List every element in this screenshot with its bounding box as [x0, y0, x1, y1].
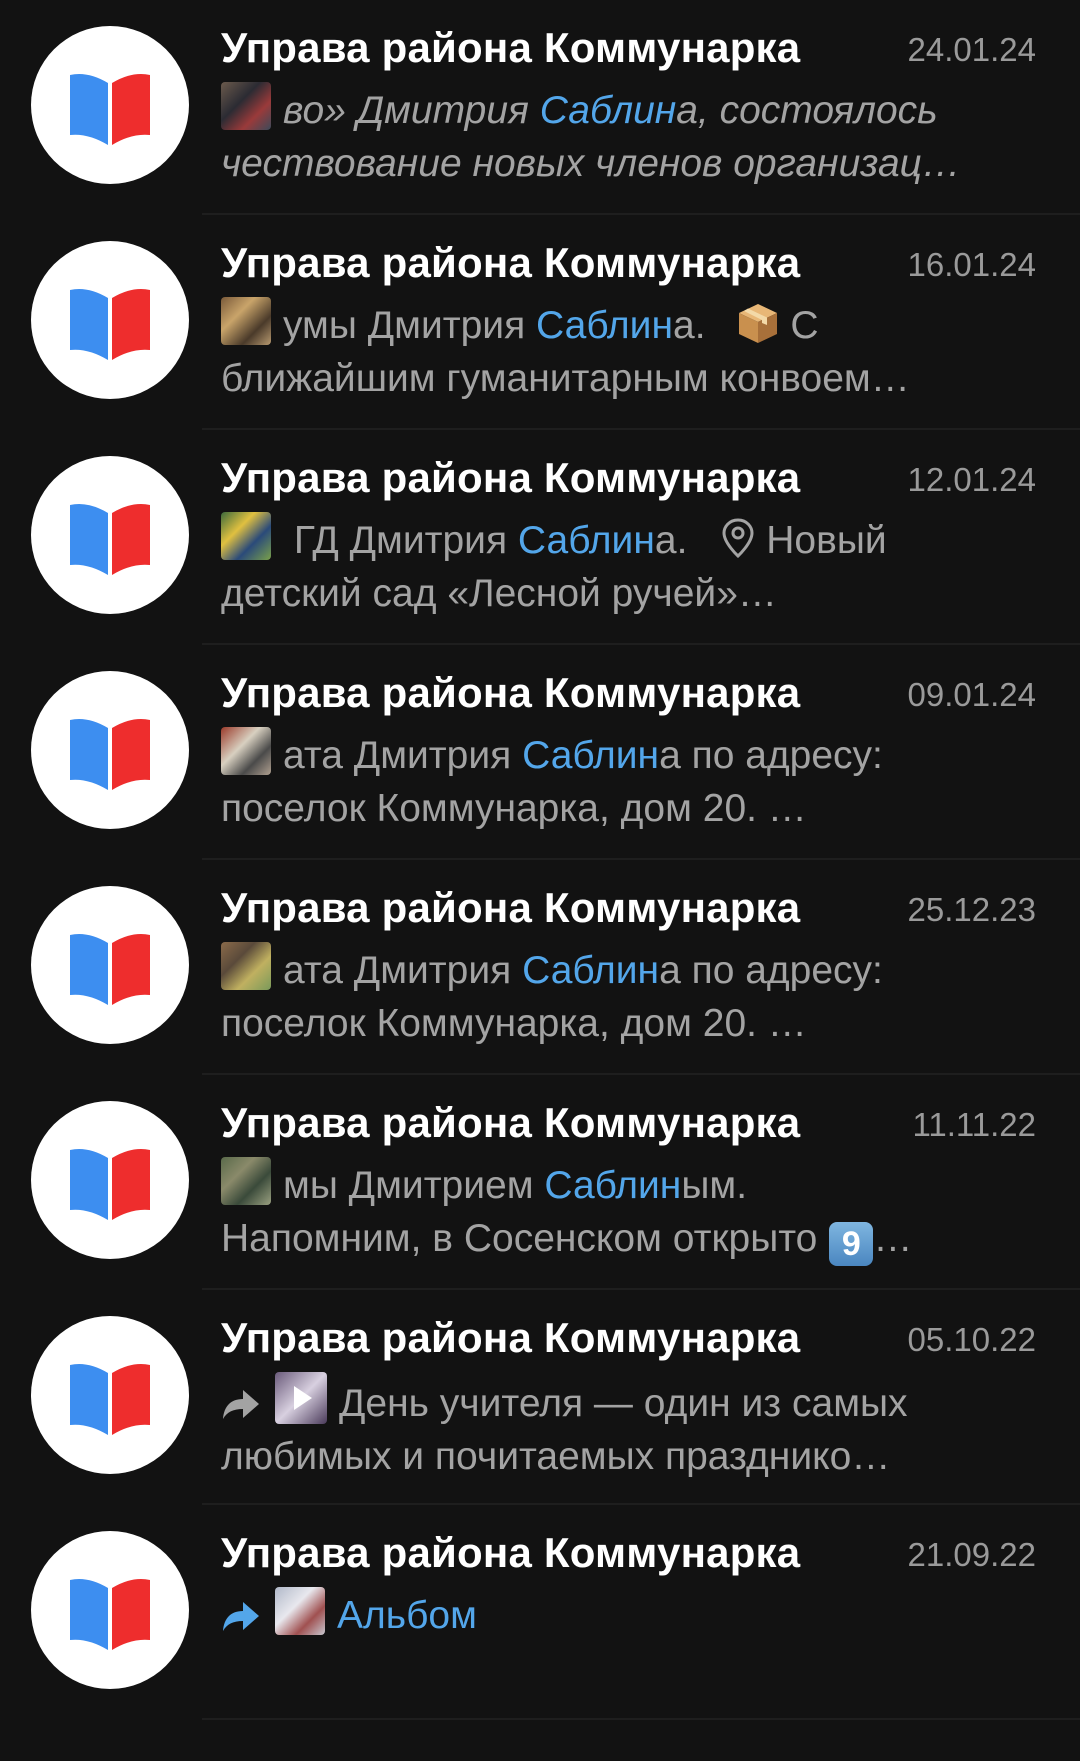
photo-thumbnail	[221, 297, 271, 345]
message-snippet: умы Дмитрия Саблина. С ближайшим гуманит…	[221, 297, 1021, 405]
chat-row[interactable]: Управа района Коммунарка 12.01.24 ГД Дми…	[0, 430, 1080, 645]
message-snippet: ата Дмитрия Саблина по адресу: поселок К…	[221, 727, 1021, 835]
message-snippet: ГД Дмитрия Саблина. Новый детский сад «Л…	[221, 512, 1021, 620]
message-snippet: ата Дмитрия Саблина по адресу: поселок К…	[221, 942, 1021, 1050]
book-logo-icon	[70, 504, 150, 575]
chat-date: 16.01.24	[907, 246, 1036, 283]
message-snippet: День учителя — один из самых любимых и п…	[221, 1372, 1021, 1483]
divider	[202, 1718, 1080, 1720]
avatar	[31, 1531, 189, 1689]
chat-date: 12.01.24	[907, 461, 1036, 498]
chat-title: Управа района Коммунарка	[221, 669, 801, 716]
chat-date: 24.01.24	[907, 31, 1036, 68]
photo-thumbnail	[275, 1587, 325, 1635]
chat-row[interactable]: Управа района Коммунарка 24.01.24 во» Дм…	[0, 0, 1080, 215]
chat-row[interactable]: Управа района Коммунарка 21.09.22 Альбом	[0, 1505, 1080, 1720]
book-logo-icon	[70, 1149, 150, 1220]
photo-thumbnail	[221, 1157, 271, 1205]
message-snippet: Альбом	[221, 1587, 1021, 1642]
avatar	[31, 456, 189, 614]
book-logo-icon	[70, 1364, 150, 1435]
photo-thumbnail	[221, 942, 271, 990]
book-logo-icon	[70, 1579, 150, 1650]
book-logo-icon	[70, 934, 150, 1005]
chat-title: Управа района Коммунарка	[221, 1314, 801, 1361]
book-logo-icon	[70, 719, 150, 790]
avatar	[31, 241, 189, 399]
chat-title: Управа района Коммунарка	[221, 24, 801, 71]
photo-thumbnail	[221, 82, 271, 130]
book-logo-icon	[70, 289, 150, 360]
chat-row[interactable]: Управа района Коммунарка 11.11.22 мы Дми…	[0, 1075, 1080, 1290]
photo-thumbnail	[221, 512, 271, 560]
package-emoji-icon	[739, 304, 778, 343]
chat-row[interactable]: Управа района Коммунарка 16.01.24 умы Дм…	[0, 215, 1080, 430]
avatar	[31, 1101, 189, 1259]
location-pin-icon	[722, 518, 754, 559]
forward-arrow-icon	[223, 1602, 259, 1631]
avatar	[31, 26, 189, 184]
chat-title: Управа района Коммунарка	[221, 1099, 801, 1146]
chat-title: Управа района Коммунарка	[221, 454, 801, 501]
chat-row[interactable]: Управа района Коммунарка 09.01.24 ата Дм…	[0, 645, 1080, 860]
message-snippet: мы Дмитрием Саблиным. Напомним, в Сосенс…	[221, 1157, 1021, 1266]
message-snippet: во» Дмитрия Саблина, состоялось чествова…	[221, 82, 1021, 190]
chat-list: Управа района Коммунарка 24.01.24 во» Дм…	[0, 0, 1080, 1761]
forward-arrow-icon	[223, 1390, 259, 1419]
chat-title: Управа района Коммунарка	[221, 1529, 801, 1576]
chat-row[interactable]: Управа района Коммунарка 05.10.22 День у…	[0, 1290, 1080, 1505]
photo-thumbnail	[221, 727, 271, 775]
chat-title: Управа района Коммунарка	[221, 884, 801, 931]
chat-date: 09.01.24	[907, 676, 1036, 713]
chat-date: 21.09.22	[907, 1536, 1036, 1573]
chat-title: Управа района Коммунарка	[221, 239, 801, 286]
video-thumbnail-icon	[275, 1372, 327, 1424]
book-logo-icon	[70, 74, 150, 145]
keycap-nine-icon: 9	[829, 1222, 874, 1266]
avatar	[31, 671, 189, 829]
chat-date: 25.12.23	[907, 891, 1036, 928]
avatar	[31, 1316, 189, 1474]
avatar	[31, 886, 189, 1044]
chat-row[interactable]: Управа района Коммунарка 25.12.23 ата Дм…	[0, 860, 1080, 1075]
chat-date: 05.10.22	[907, 1321, 1036, 1358]
chat-date: 11.11.22	[912, 1106, 1036, 1143]
